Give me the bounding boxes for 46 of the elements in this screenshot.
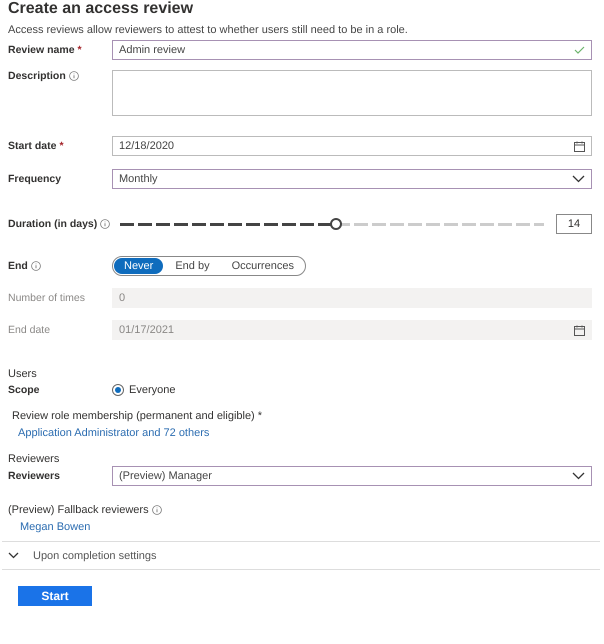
toggle-option[interactable]: Never: [114, 258, 164, 274]
info-icon: [68, 71, 79, 81]
field-label: Start date: [8, 140, 56, 152]
scope-radio[interactable]: Everyone: [112, 384, 176, 396]
field-label: End date: [8, 324, 50, 336]
chevron-down-icon: [572, 175, 585, 183]
page-description: Access reviews allow reviewers to attest to whether users still need to be in a role.: [8, 24, 409, 36]
reviewers-dropdown[interactable]: (Preview) Manager: [112, 466, 592, 486]
duration-slider[interactable]: [120, 218, 544, 230]
field-label: (Preview) Fallback reviewers: [8, 504, 149, 516]
field-label: Frequency: [8, 173, 62, 185]
field-label: Review name: [8, 44, 75, 56]
field-label: Number of times: [8, 292, 86, 304]
field-label: Duration (in days): [8, 218, 98, 230]
membership-link[interactable]: Application Administrator and 72 others: [18, 427, 210, 439]
required-mark: *: [59, 140, 64, 152]
completion-section[interactable]: Upon completion settings: [2, 541, 600, 570]
field-label: Review role membership (permanent and eligible) *: [12, 410, 264, 422]
field-label: Description: [8, 70, 66, 82]
required-mark: *: [78, 44, 82, 56]
toggle-option[interactable]: Occurrences: [222, 258, 304, 274]
duration-field[interactable]: 14: [556, 214, 592, 234]
field-label: Reviewers: [8, 470, 60, 482]
reviewer-link[interactable]: Megan Bowen: [20, 521, 90, 533]
section-heading: Reviewers: [8, 453, 60, 465]
field-label: Scope: [8, 384, 40, 396]
info-icon: [30, 261, 41, 271]
frequency-dropdown[interactable]: Monthly: [112, 169, 592, 189]
section-label: Upon completion settings: [33, 550, 157, 562]
chevron-down-icon: [8, 552, 19, 559]
chevron-down-icon: [572, 472, 585, 480]
slider-thumb[interactable]: [330, 218, 342, 230]
start-button[interactable]: Start: [18, 586, 92, 606]
calendar-icon: [574, 140, 585, 152]
checkmark-icon: [574, 46, 585, 54]
radio-dot[interactable]: [112, 384, 124, 396]
field-label: End: [8, 260, 28, 272]
info-icon: [152, 505, 162, 515]
info-icon: [100, 219, 110, 229]
calendar-icon: [574, 324, 585, 336]
description-field[interactable]: [112, 70, 592, 116]
toggle-option[interactable]: End by: [165, 258, 220, 274]
page-title: Create an access review: [8, 0, 194, 18]
date-field[interactable]: 12/18/2020: [112, 136, 592, 156]
text-field[interactable]: Admin review: [112, 40, 592, 60]
section-heading: Users: [8, 368, 38, 380]
